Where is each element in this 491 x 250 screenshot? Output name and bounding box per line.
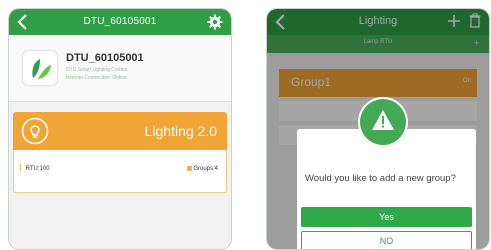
groups-count-text: Groups:4	[193, 166, 218, 172]
device-screen: DTU_60105001 DTU_60105001 DTU Smart Ligh…	[8, 8, 232, 250]
lighting-banner[interactable]: Lighting 2.0	[13, 112, 227, 150]
dialog-message: Would you like to add a new group?	[305, 173, 456, 184]
device-description: DTU Smart Lighting Control	[66, 67, 128, 73]
add-group-dialog: Would you like to add a new group? Yes N…	[297, 129, 476, 249]
groups-count: ▣Groups:4	[187, 165, 218, 172]
warning-badge	[360, 99, 406, 145]
device-name: DTU_60105001	[66, 52, 144, 64]
stats-row: ▏RTU:100 ▣Groups:4	[13, 150, 227, 193]
device-info-card[interactable]: DTU_60105001 DTU Smart Lighting Control …	[9, 35, 231, 102]
gear-icon[interactable]	[207, 14, 223, 30]
page-title: DTU_60105001	[83, 16, 157, 27]
device-logo	[23, 51, 57, 85]
warning-icon	[372, 110, 394, 130]
bulb-icon	[21, 117, 49, 145]
no-button[interactable]: NO	[301, 231, 472, 249]
leaf-icon	[32, 59, 51, 79]
lighting-screen: Lighting Lamp RTU + Group1 On Would you …	[266, 8, 490, 250]
rtu-marker: ▏	[20, 166, 25, 172]
yes-button[interactable]: Yes	[301, 207, 472, 227]
rtu-count: ▏RTU:100	[20, 165, 50, 172]
device-connection-status: Internet Connection: Online	[66, 75, 127, 81]
top-bar: DTU_60105001	[9, 9, 231, 35]
groups-marker: ▣	[186, 166, 193, 172]
lighting-title: Lighting 2.0	[144, 123, 217, 139]
rtu-count-text: RTU:100	[25, 166, 50, 172]
